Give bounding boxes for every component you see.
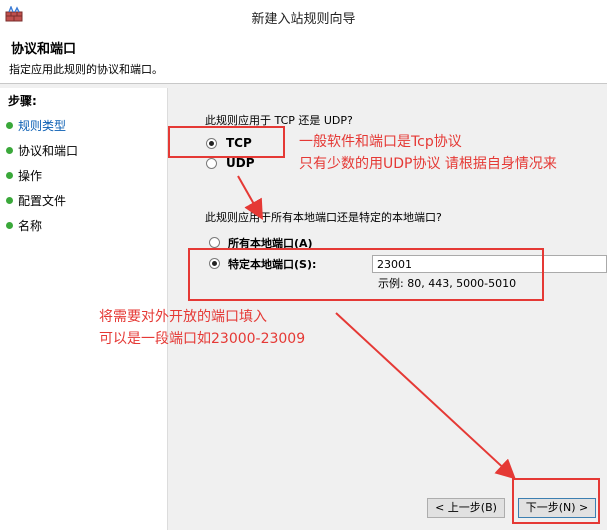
step-pending-icon [6, 222, 13, 229]
step-label: 规则类型 [18, 119, 67, 133]
step-label: 名称 [18, 219, 43, 233]
annotation-note: 可以是一段端口如23000-23009 [99, 331, 306, 347]
step-current-icon [6, 147, 13, 154]
step-label: 配置文件 [18, 194, 67, 208]
annotation-note: 将需要对外开放的端口填入 [99, 309, 267, 325]
ports-highlight-box [188, 248, 544, 301]
step-rule-type[interactable]: 规则类型 [6, 117, 66, 135]
step-pending-icon [6, 172, 13, 179]
ports-question: 此规则应用于所有本地端口还是特定的本地端口? [205, 211, 442, 224]
steps-title: 步骤: [8, 94, 37, 108]
next-button[interactable]: 下一步(N) > [518, 498, 596, 518]
back-button[interactable]: < 上一步(B) [427, 498, 505, 518]
page-description: 指定应用此规则的协议和端口。 [9, 63, 163, 76]
step-pending-icon [6, 197, 13, 204]
step-action[interactable]: 操作 [6, 167, 42, 185]
all-ports-radio[interactable] [209, 237, 220, 248]
step-label: 操作 [18, 169, 43, 183]
step-name[interactable]: 名称 [6, 217, 42, 235]
step-protocol-ports[interactable]: 协议和端口 [6, 142, 78, 160]
step-done-icon [6, 122, 13, 129]
udp-label[interactable]: UDP [226, 156, 255, 170]
step-label: 协议和端口 [18, 144, 79, 158]
step-profile[interactable]: 配置文件 [6, 192, 66, 210]
annotation-note: 只有少数的用UDP协议 请根据自身情况来 [299, 156, 557, 172]
udp-radio[interactable] [206, 158, 217, 169]
page-title: 协议和端口 [11, 42, 77, 57]
tcp-highlight-box [168, 126, 285, 158]
annotation-note: 一般软件和端口是Tcp协议 [299, 134, 462, 150]
window-title: 新建入站规则向导 [251, 12, 356, 27]
